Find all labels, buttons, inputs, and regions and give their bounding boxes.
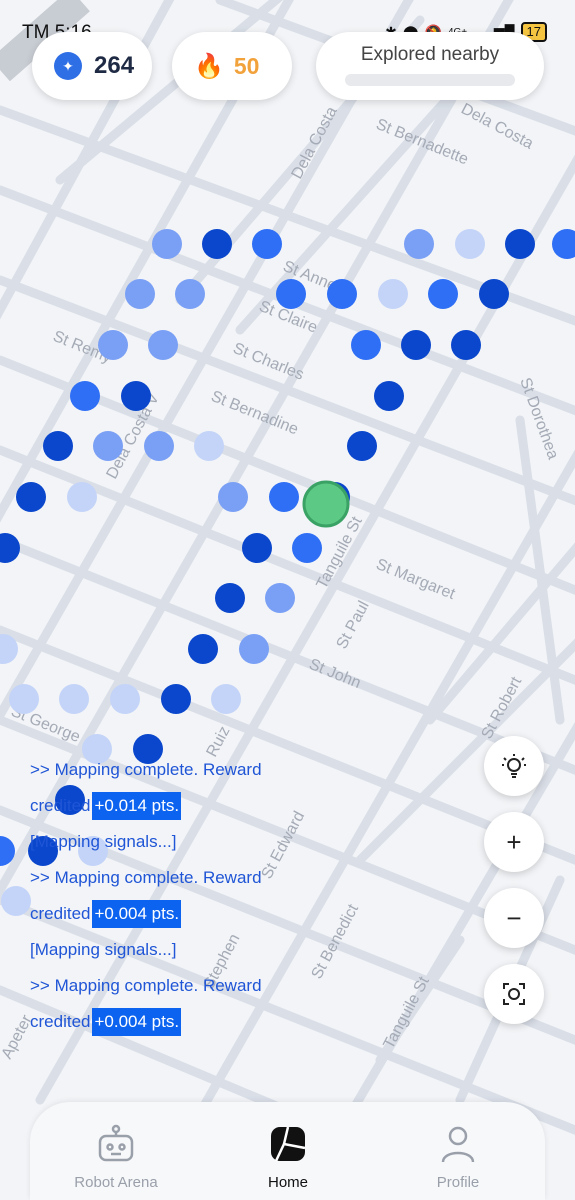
bottom-nav: Robot Arena Home Profile [30,1102,545,1200]
locate-button[interactable] [484,964,544,1024]
map-signal-dot [276,279,306,309]
profile-icon [441,1126,475,1163]
map-signal-dot [125,279,155,309]
log-text: credited [30,796,91,815]
log-reward: +0.004 pts. [92,1008,182,1036]
map-signal-dot [265,583,295,613]
map-signal-dot [144,431,174,461]
map-signal-dot [269,482,299,512]
map-signal-dot [16,482,46,512]
map-signal-dot [378,279,408,309]
explored-pill[interactable]: Explored nearby [316,32,544,100]
log-text: credited [30,1012,91,1031]
map-signal-dot [327,279,357,309]
streak-value: 50 [233,52,260,79]
mapping-log: >> Mapping complete. Reward credited +0.01… [30,752,330,1040]
log-text: >> Mapping complete. Reward [30,976,262,995]
log-reward: +0.014 pts. [92,792,182,820]
log-text: [Mapping signals...] [30,832,177,851]
map-signal-dot [188,634,218,664]
map-signal-dot [242,533,272,563]
map-signal-dot [161,684,191,714]
map-signal-dot [215,583,245,613]
map-signal-dot [218,482,248,512]
log-line: credited +0.014 pts. [30,788,330,824]
nav-home[interactable]: Home [218,1124,358,1191]
map-signal-dot [148,330,178,360]
robot-icon [98,1124,134,1162]
log-line: credited +0.004 pts. [30,1004,330,1040]
map-signal-dot [455,229,485,259]
map-signal-dot [194,431,224,461]
map-signal-dot [347,431,377,461]
log-line: [Mapping signals...] [30,932,330,968]
map-signal-dot [211,684,241,714]
locate-icon [503,983,525,1005]
map-signal-dot [9,684,39,714]
map-signal-dot [374,381,404,411]
coins-value: 264 [94,52,135,79]
zoom-in-button[interactable]: + [484,812,544,872]
user-location-marker [302,480,350,528]
map-signal-dot [404,229,434,259]
log-line: >> Mapping complete. Reward [30,752,330,788]
log-text: [Mapping signals...] [30,940,177,959]
nav-robot-arena-label: Robot Arena [74,1174,158,1191]
streak-pill[interactable]: 🔥 50 [172,32,292,100]
map-signal-dot [43,431,73,461]
map-signal-dot [505,229,535,259]
flame-icon: 🔥 [194,52,224,80]
map-signal-dot [121,381,151,411]
plus-icon: + [506,826,522,857]
map-signal-dot [239,634,269,664]
map-signal-dot [202,229,232,259]
map-signal-dot [59,684,89,714]
log-text: >> Mapping complete. Reward [30,760,262,779]
lightbulb-icon [502,754,526,778]
explored-label: Explored nearby [360,44,500,65]
log-line: [Mapping signals...] [30,824,330,860]
map-signal-dot [175,279,205,309]
nav-home-label: Home [267,1174,308,1191]
log-reward: +0.004 pts. [92,900,182,928]
map-signal-dot [93,431,123,461]
coins-pill[interactable]: ✦ 264 [32,32,152,100]
hint-button[interactable] [484,736,544,796]
map-signal-dot [401,330,431,360]
minus-icon: − [506,902,522,933]
nav-profile-label: Profile [436,1174,480,1191]
map-signal-dot [1,886,31,916]
map-signal-dot [252,229,282,259]
map-signal-dot [428,279,458,309]
home-icon [271,1126,306,1162]
map-signal-dot [292,533,322,563]
map-signal-dot [70,381,100,411]
log-text: >> Mapping complete. Reward [30,868,262,887]
zoom-out-button[interactable]: − [484,888,544,948]
map-signal-dot [451,330,481,360]
map-signal-dot [110,684,140,714]
log-line: >> Mapping complete. Reward [30,968,330,1004]
map-signal-dot [98,330,128,360]
log-text: credited [30,904,91,923]
map-signal-dot [351,330,381,360]
explored-progress-bar [345,74,515,86]
nav-profile[interactable]: Profile [388,1124,528,1191]
map-signal-dot [67,482,97,512]
log-line: >> Mapping complete. Reward [30,860,330,896]
map-signal-dot [479,279,509,309]
compass-icon: ✦ [54,52,82,80]
log-line: credited +0.004 pts. [30,896,330,932]
nav-robot-arena[interactable]: Robot Arena [46,1124,186,1191]
map-signal-dot [152,229,182,259]
